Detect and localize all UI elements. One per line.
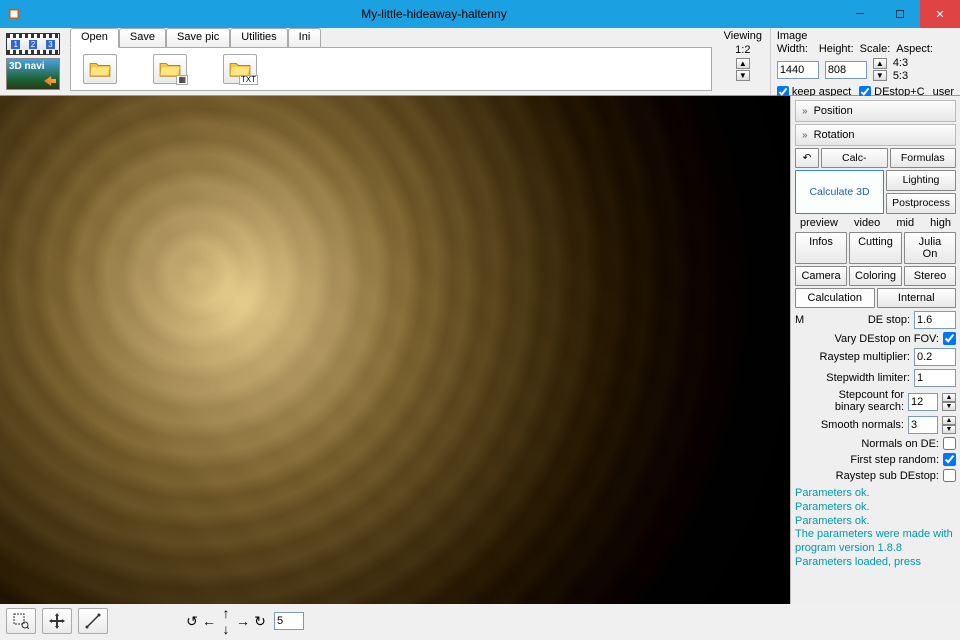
close-button[interactable]: ✕ xyxy=(920,0,960,28)
titlebar: My-little-hideaway-haltenny ─ ☐ ✕ xyxy=(0,0,960,28)
internal-tab[interactable]: Internal xyxy=(877,288,957,308)
nudge-left[interactable]: ← xyxy=(201,613,217,629)
lighting-button[interactable]: Lighting xyxy=(886,170,956,191)
camera-button[interactable]: Camera xyxy=(795,266,847,286)
calculation-tab[interactable]: Calculation xyxy=(795,288,875,308)
open-folder-txt-button[interactable]: TXT xyxy=(223,54,257,84)
chevron-right-icon: » xyxy=(802,106,808,117)
viewing-header: Viewing xyxy=(724,30,762,42)
txt-label: TXT xyxy=(239,75,258,85)
chevron-right-icon: » xyxy=(802,130,808,141)
position-expander[interactable]: »Position xyxy=(795,100,956,122)
first-step-checkbox[interactable] xyxy=(943,453,956,466)
aspect-53[interactable]: 5:3 xyxy=(893,70,908,82)
destop-label: DE stop: xyxy=(815,314,910,326)
nudge-up[interactable]: ↑ xyxy=(218,605,234,621)
coloring-button[interactable]: Coloring xyxy=(849,266,902,286)
nudge-down[interactable]: ↓ xyxy=(218,621,234,637)
undo-button[interactable]: ↶ xyxy=(795,148,819,168)
tab-open-body: ▦ TXT xyxy=(70,47,712,91)
stepcount-label: Stepcount for binary search: xyxy=(795,390,904,413)
infos-button[interactable]: Infos xyxy=(795,232,847,264)
stepcount-input[interactable] xyxy=(908,393,938,411)
destop-input[interactable] xyxy=(914,311,956,329)
viewing-up-button[interactable]: ▲ xyxy=(736,58,750,69)
top-toolbar: 123 3D navi Open Save Save pic Utilities… xyxy=(0,28,960,96)
video-link[interactable]: video xyxy=(854,217,880,229)
normals-de-checkbox[interactable] xyxy=(943,437,956,450)
smooth-down[interactable]: ▼ xyxy=(942,425,956,434)
tab-utilities[interactable]: Utilities xyxy=(230,28,287,48)
measure-button[interactable] xyxy=(78,608,108,634)
image-panel: ImageWidth: Height: Scale: Aspect: ▲ ▼ 4… xyxy=(770,28,960,95)
tab-open[interactable]: Open xyxy=(70,28,119,48)
preview-link[interactable]: preview xyxy=(800,217,838,229)
high-link[interactable]: high xyxy=(930,217,951,229)
fractal-render xyxy=(0,96,790,604)
normals-de-label: Normals on DE: xyxy=(795,438,939,450)
viewing-down-button[interactable]: ▼ xyxy=(736,70,750,81)
rotate-ccw-icon[interactable]: ↺ xyxy=(184,613,200,629)
stepwidth-input[interactable] xyxy=(914,369,956,387)
tab-ini[interactable]: Ini xyxy=(288,28,322,48)
open-folder-button[interactable] xyxy=(83,54,117,84)
nudge-step-input[interactable] xyxy=(274,612,304,630)
render-viewport[interactable] xyxy=(0,96,790,604)
scale-down-button[interactable]: ▼ xyxy=(873,70,887,81)
height-label: Height: xyxy=(819,43,854,55)
aspect-label: Aspect: xyxy=(896,43,933,55)
tab-save[interactable]: Save xyxy=(119,28,166,48)
viewing-ratio: 1:2 xyxy=(735,44,750,56)
window-title: My-little-hideaway-haltenny xyxy=(28,7,840,21)
rotation-expander[interactable]: »Rotation xyxy=(795,124,956,146)
raystep-label: Raystep multiplier: xyxy=(795,351,910,363)
minimize-button[interactable]: ─ xyxy=(840,0,880,28)
stepwidth-label: Stepwidth limiter: xyxy=(795,372,910,384)
viewing-panel: Viewing 1:2 ▲ ▼ xyxy=(716,28,770,95)
cutting-button[interactable]: Cutting xyxy=(849,232,902,264)
log-panel: Parameters ok. Parameters ok. Parameters… xyxy=(795,487,956,600)
raystep-input[interactable] xyxy=(914,348,956,366)
m-label: M xyxy=(795,314,811,326)
height-input[interactable] xyxy=(825,61,867,79)
filmstrip-thumb[interactable]: 123 xyxy=(6,33,60,55)
width-input[interactable] xyxy=(777,61,819,79)
3d-navi-button[interactable]: 3D navi xyxy=(6,58,60,90)
smooth-input[interactable] xyxy=(908,416,938,434)
scale-label: Scale: xyxy=(860,43,891,55)
stepcount-up[interactable]: ▲ xyxy=(942,393,956,402)
formulas-button[interactable]: Formulas xyxy=(890,148,957,168)
image-header: Image xyxy=(777,30,813,42)
vary-label: Vary DEstop on FOV: xyxy=(795,333,939,345)
grid-icon: ▦ xyxy=(176,75,188,85)
aspect-43[interactable]: 4:3 xyxy=(893,57,908,69)
bottom-toolbar: ↺ ← ↑↓ → ↻ xyxy=(0,604,960,638)
tab-save-pic[interactable]: Save pic xyxy=(166,28,230,48)
first-step-label: First step random: xyxy=(795,454,939,466)
marquee-zoom-button[interactable] xyxy=(6,608,36,634)
scale-up-button[interactable]: ▲ xyxy=(873,58,887,69)
toolbar-tabs: Open Save Save pic Utilities Ini xyxy=(66,28,716,48)
maximize-button[interactable]: ☐ xyxy=(880,0,920,28)
calc-minus-button[interactable]: Calc- xyxy=(821,148,888,168)
move-button[interactable] xyxy=(42,608,72,634)
smooth-label: Smooth normals: xyxy=(795,419,904,431)
width-label: Width: xyxy=(777,43,813,55)
julia-button[interactable]: Julia On xyxy=(904,232,956,264)
nudge-cluster: ↺ ← ↑↓ → ↻ xyxy=(184,605,268,637)
raysub-label: Raystep sub DEstop: xyxy=(795,470,939,482)
vary-checkbox[interactable] xyxy=(943,332,956,345)
stepcount-down[interactable]: ▼ xyxy=(942,402,956,411)
smooth-up[interactable]: ▲ xyxy=(942,416,956,425)
calculate-3d-button[interactable]: Calculate 3D xyxy=(795,170,884,214)
side-panel: »Position »Rotation ↶ Calc- Formulas Cal… xyxy=(790,96,960,604)
open-folder-grid-button[interactable]: ▦ xyxy=(153,54,187,84)
stereo-button[interactable]: Stereo xyxy=(904,266,956,286)
app-icon xyxy=(0,0,28,28)
mid-link[interactable]: mid xyxy=(896,217,914,229)
rotate-cw-icon[interactable]: ↻ xyxy=(252,613,268,629)
raysub-checkbox[interactable] xyxy=(943,469,956,482)
postprocess-button[interactable]: Postprocess xyxy=(886,193,956,214)
nudge-right[interactable]: → xyxy=(235,613,251,629)
